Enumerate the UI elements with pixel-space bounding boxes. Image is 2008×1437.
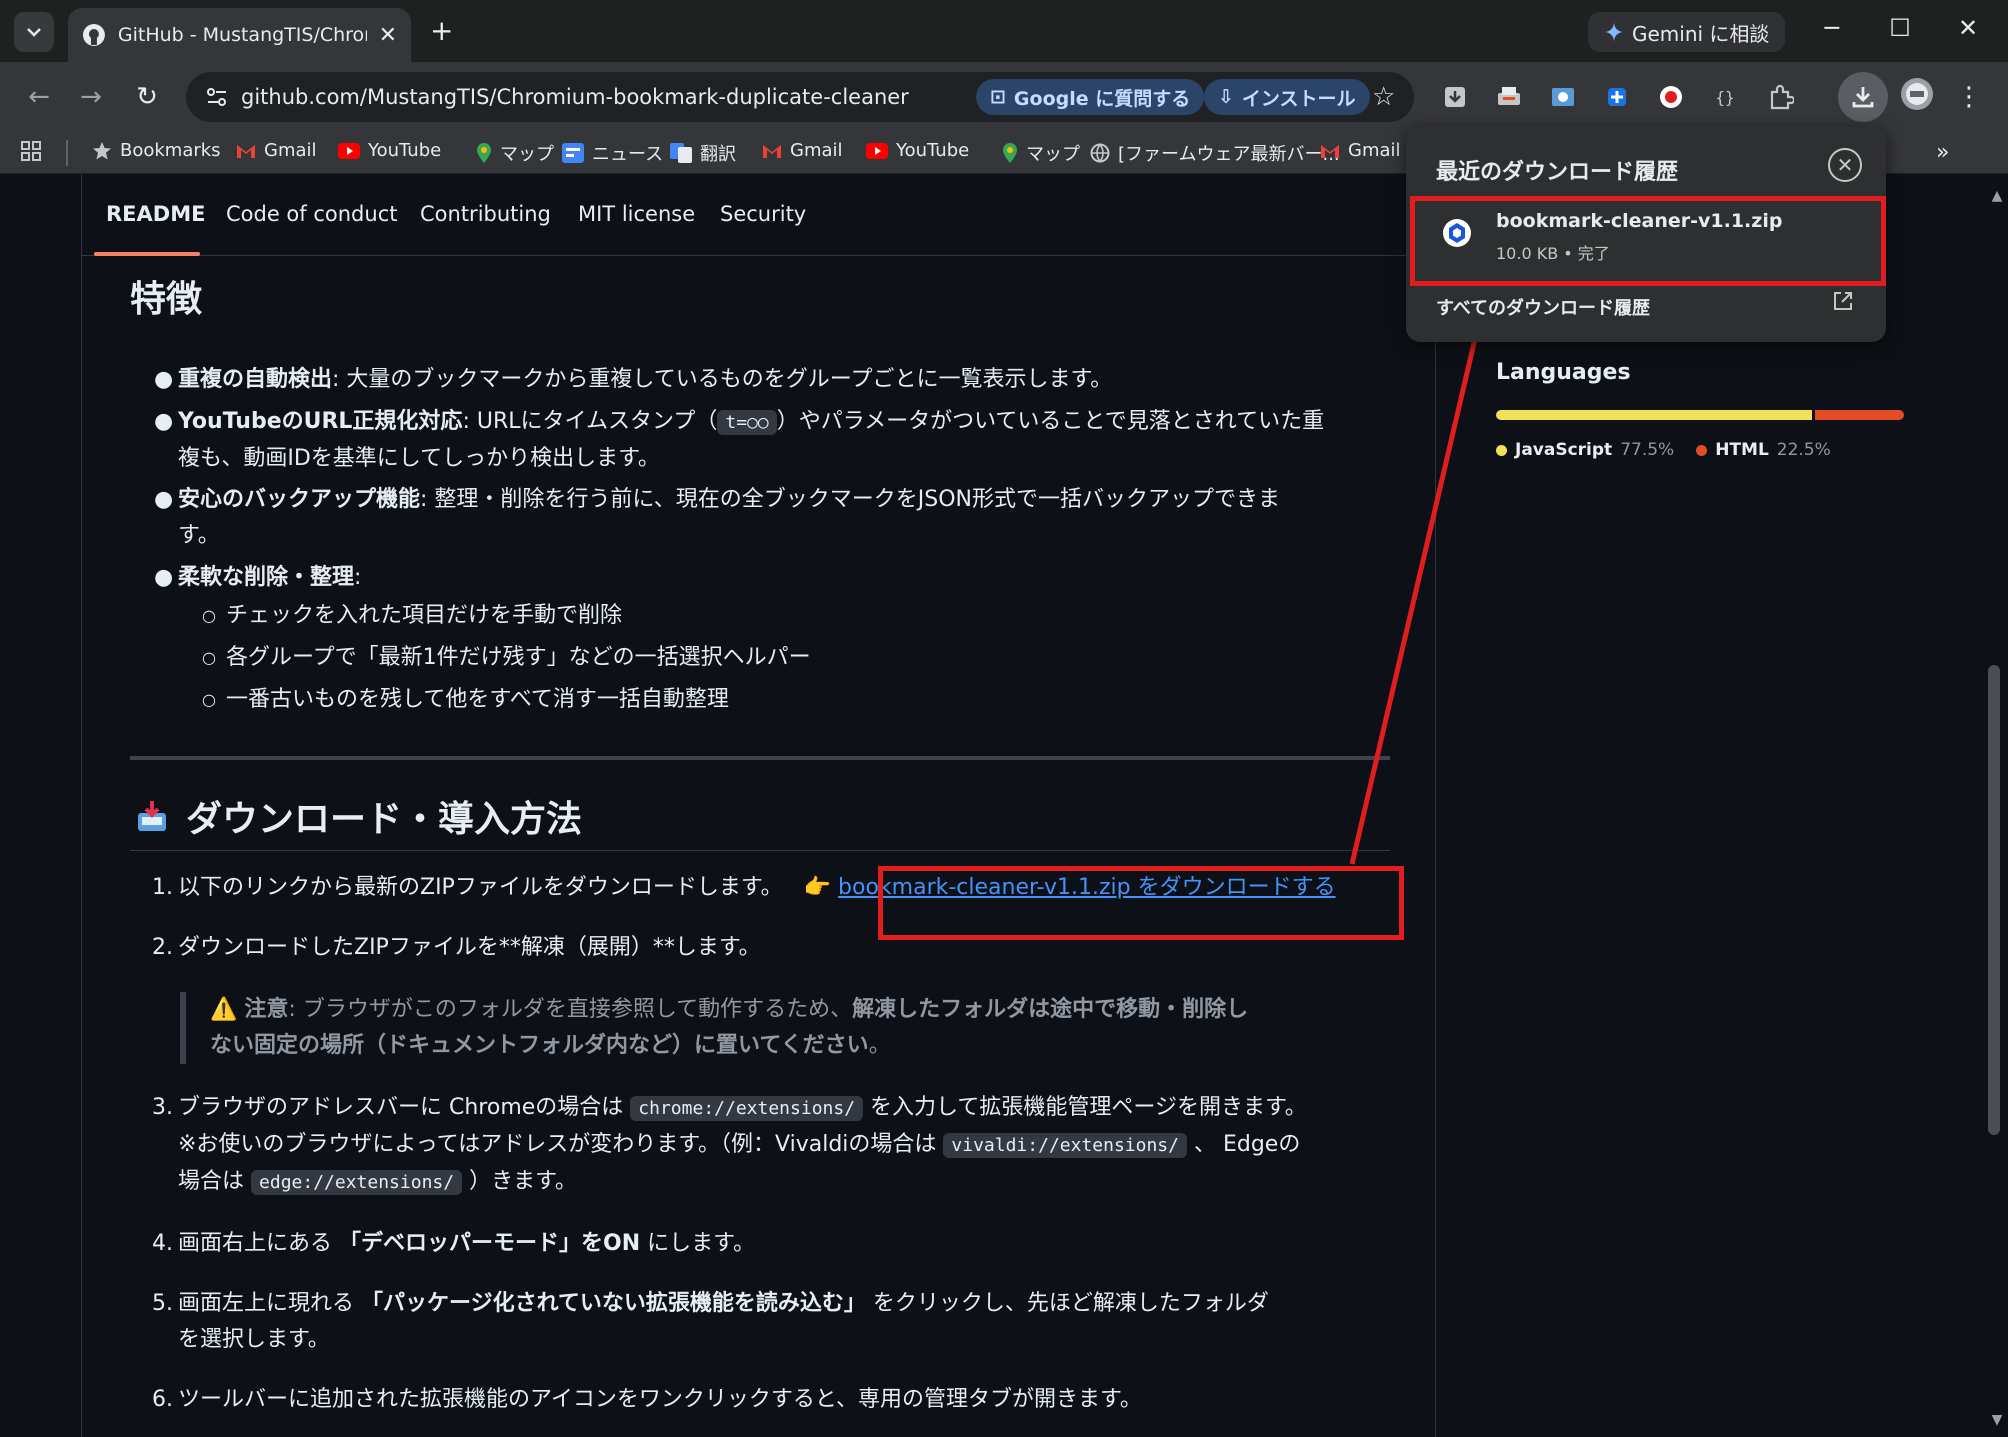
google-ask-label: Google に質問する: [1013, 87, 1191, 110]
extension-record-icon[interactable]: [1656, 82, 1686, 112]
extension-json-icon[interactable]: {}: [1710, 82, 1740, 112]
url-text: github.com/MustangTIS/Chromium-bookmark-…: [241, 85, 909, 109]
gemini-sparkle-icon: [1604, 22, 1624, 42]
extension-print-icon[interactable]: [1494, 82, 1524, 112]
extension-puzzle-blue-icon[interactable]: [1602, 82, 1632, 112]
annotation-arrow: [1349, 300, 1490, 865]
tab-strip: GitHub - MustangTIS/Chromium-bookmark-du…: [0, 0, 2008, 62]
gmail-icon: [1320, 143, 1340, 159]
lens-icon: ⊡: [990, 86, 1006, 108]
window-close-icon[interactable]: ✕: [1948, 14, 1988, 42]
forward-icon[interactable]: →: [70, 76, 112, 118]
bookmark-label: マップ: [1026, 144, 1080, 165]
download-icon: [1852, 87, 1874, 108]
github-page: README Code of conduct Contributing MIT …: [0, 174, 2008, 1437]
browser-toolbar: ← → ↻ github.com/MustangTIS/Chromium-boo…: [0, 62, 2008, 132]
bookmark-gmail[interactable]: Gmail: [236, 140, 317, 161]
maximize-icon[interactable]: ☐: [1880, 14, 1920, 42]
bookmark-label: YouTube: [368, 140, 442, 161]
news-icon: [562, 143, 584, 163]
scroll-up-icon[interactable]: ▲: [1986, 188, 2008, 204]
maps-icon: [476, 142, 492, 164]
tab-title: GitHub - MustangTIS/Chromium-bookmark-du…: [117, 24, 367, 46]
translate-icon: [670, 143, 692, 163]
reload-icon[interactable]: ↻: [126, 76, 168, 118]
google-ask-button[interactable]: ⊡ Google に質問する: [976, 79, 1205, 115]
install-icon: ⇩: [1218, 86, 1234, 108]
close-icon[interactable]: ✕: [379, 23, 397, 48]
bookmark-label: 翻訳: [700, 144, 736, 165]
bookmark-star[interactable]: Bookmarks: [92, 140, 221, 161]
download-popup-title: 最近のダウンロード履歴: [1436, 160, 1679, 185]
open-external-icon[interactable]: [1832, 290, 1854, 312]
close-popup-icon[interactable]: ✕: [1828, 148, 1862, 182]
bookmark-label: マップ: [500, 144, 554, 165]
bookmark-youtube[interactable]: YouTube: [338, 140, 441, 161]
bookmark-maps[interactable]: マップ: [476, 140, 554, 166]
apps-grid-icon[interactable]: [20, 140, 42, 162]
annotation-box-download: [1410, 196, 1886, 286]
extensions-puzzle-icon[interactable]: [1766, 82, 1796, 112]
profile-avatar[interactable]: [1900, 77, 1934, 111]
more-bookmarks-icon[interactable]: »: [1936, 140, 1949, 165]
bookmark-globe[interactable]: [ファームウェア最新バー...: [1090, 140, 1340, 166]
bookmark-maps[interactable]: マップ: [1002, 140, 1080, 166]
bookmark-translate[interactable]: 翻訳: [670, 140, 736, 166]
bookmark-star-icon[interactable]: ☆: [1372, 82, 1395, 112]
bookmark-label: Gmail: [1348, 140, 1401, 161]
maps-icon: [1002, 142, 1018, 164]
chevron-down-icon: [27, 28, 41, 37]
gemini-button[interactable]: Gemini に相談: [1588, 12, 1786, 52]
extension-download-icon[interactable]: [1440, 82, 1470, 112]
bookmark-youtube[interactable]: YouTube: [866, 140, 969, 161]
site-settings-icon[interactable]: [206, 87, 228, 107]
new-tab-button[interactable]: +: [430, 14, 453, 47]
gmail-icon: [762, 143, 782, 159]
bookmark-label: ニュース: [592, 144, 664, 165]
install-app-button[interactable]: ⇩ インストール: [1204, 79, 1370, 115]
github-icon: [82, 24, 105, 46]
install-label: インストール: [1241, 87, 1356, 110]
bookmarks-divider: [66, 140, 68, 166]
menu-kebab-icon[interactable]: ⋮: [1948, 76, 1990, 118]
downloads-button[interactable]: [1838, 72, 1888, 122]
minimize-icon[interactable]: ─: [1812, 14, 1852, 42]
bookmark-news[interactable]: ニュース: [562, 140, 663, 166]
tab-search-button[interactable]: [14, 12, 54, 52]
bookmark-label: Gmail: [264, 140, 317, 161]
scroll-down-icon[interactable]: ▼: [1986, 1412, 2008, 1428]
youtube-icon: [338, 142, 360, 159]
gemini-label: Gemini に相談: [1632, 21, 1770, 46]
bookmark-label: Bookmarks: [120, 140, 221, 161]
bookmark-gmail[interactable]: Gmail: [762, 140, 843, 161]
star-icon: [92, 141, 112, 161]
browser-tab-active[interactable]: GitHub - MustangTIS/Chromium-bookmark-du…: [68, 8, 411, 62]
all-downloads-link[interactable]: すべてのダウンロード履歴: [1436, 294, 1650, 320]
bookmark-label: YouTube: [896, 140, 970, 161]
gmail-icon: [236, 143, 256, 159]
globe-icon: [1090, 143, 1110, 163]
bookmark-label: Gmail: [790, 140, 843, 161]
extension-screenshot-icon[interactable]: [1548, 82, 1578, 112]
bookmark-label: [ファームウェア最新バー...: [1118, 144, 1340, 165]
back-icon[interactable]: ←: [18, 76, 60, 118]
address-bar[interactable]: github.com/MustangTIS/Chromium-bookmark-…: [186, 72, 1414, 122]
scrollbar-thumb[interactable]: [1988, 665, 2000, 1135]
bookmark-gmail[interactable]: Gmail: [1320, 140, 1401, 161]
youtube-icon: [866, 142, 888, 159]
